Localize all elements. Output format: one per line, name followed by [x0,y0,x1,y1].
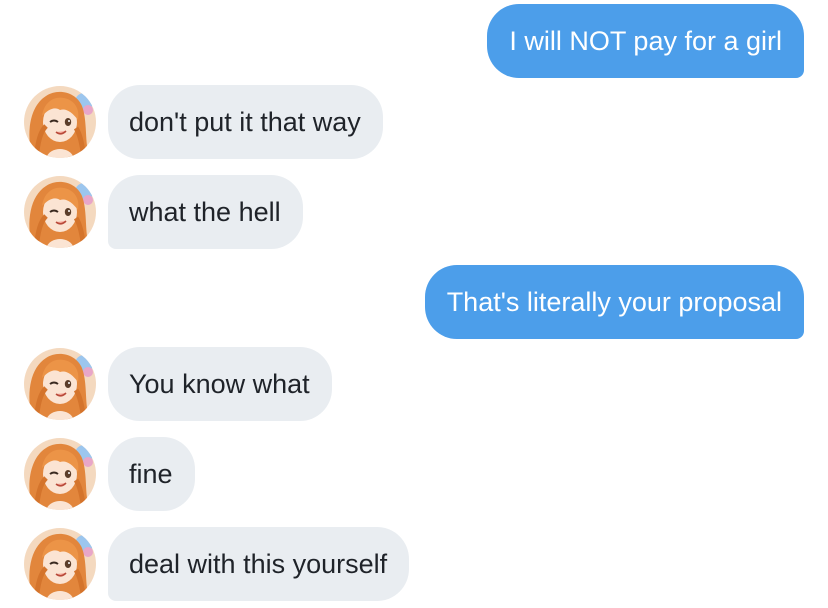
message-text: don't put it that way [129,106,361,137]
incoming-message-bubble[interactable]: fine [108,437,195,511]
incoming-message-bubble[interactable]: deal with this yourself [108,527,410,601]
contact-avatar-icon[interactable] [24,528,96,600]
contact-avatar-icon[interactable] [24,176,96,248]
message-text: I will NOT pay for a girl [509,25,782,56]
outgoing-message-bubble[interactable]: I will NOT pay for a girl [487,4,804,78]
outgoing-message-bubble[interactable]: That's literally your proposal [424,265,804,339]
message-text: That's literally your proposal [446,286,782,317]
message-text: what the hell [129,196,281,227]
contact-avatar-icon[interactable] [24,86,96,158]
contact-avatar-icon[interactable] [24,348,96,420]
incoming-message-bubble[interactable]: what the hell [108,175,303,249]
incoming-message-bubble[interactable]: don't put it that way [108,85,383,159]
message-text: You know what [129,368,310,399]
incoming-message-bubble[interactable]: You know what [108,347,332,421]
message-text: fine [129,458,173,489]
contact-avatar-icon[interactable] [24,438,96,510]
message-text: deal with this yourself [129,548,388,579]
